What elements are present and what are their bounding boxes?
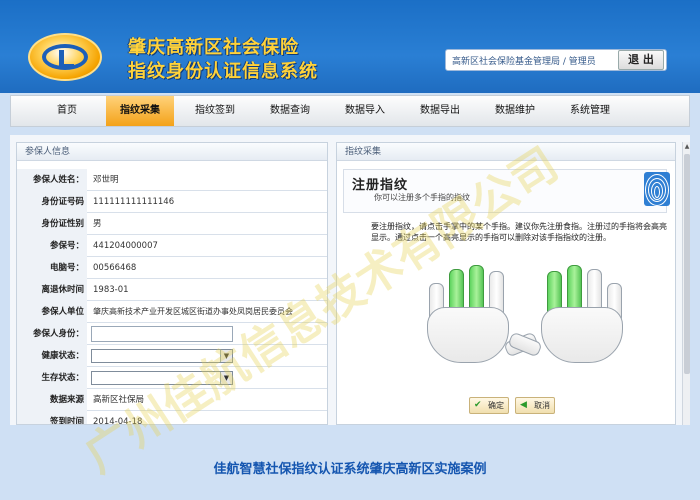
field-label: 参保号：: [17, 235, 87, 257]
health-status-select[interactable]: ▼: [91, 349, 233, 363]
field-row-signin-time: 签到时间 2014-04-18: [17, 411, 327, 425]
field-row-computer-number: 电脑号： 00566468: [17, 257, 327, 279]
user-info-text: 高新区社会保险基金管理局 / 管理员: [452, 57, 596, 67]
field-row-name: 参保人姓名： 邓世明: [17, 169, 327, 191]
social-insurance-logo-icon: [28, 33, 102, 81]
field-value: 111111111111146: [93, 197, 175, 207]
scroll-up-icon[interactable]: ▲: [683, 142, 691, 152]
nav-item-data-query[interactable]: 数据查询: [256, 96, 324, 126]
field-label: 电脑号：: [17, 257, 87, 279]
fingerprint-icon: [644, 172, 670, 206]
right-panel-scrollbar[interactable]: ▲: [682, 142, 690, 425]
field-label: 生存状态：: [17, 367, 87, 389]
chevron-down-icon: ▼: [220, 350, 232, 362]
field-label: 数据来源: [17, 389, 87, 411]
checkmark-icon: ✔: [474, 400, 482, 410]
field-label: 参保人单位: [17, 301, 87, 323]
field-row-health-status: 健康状态： ▼: [17, 345, 327, 367]
field-row-id-number: 身份证号码 111111111111146: [17, 191, 327, 213]
left-palm: [427, 307, 509, 363]
field-label: 身份证号码: [17, 191, 87, 213]
field-value: 00566468: [93, 263, 137, 273]
field-value: 男: [93, 219, 102, 229]
app-header: 肇庆高新区社会保险 指纹身份认证信息系统 高新区社会保险基金管理局 / 管理员 …: [0, 0, 700, 93]
nav-item-fingerprint-signin[interactable]: 指纹签到: [181, 96, 249, 126]
cancel-button[interactable]: ◀ 取消: [515, 397, 555, 414]
nav-item-system-management[interactable]: 系统管理: [556, 96, 624, 126]
field-row-gender: 身份证性别 男: [17, 213, 327, 235]
field-value: 高新区社保局: [93, 395, 145, 405]
identity-input[interactable]: [91, 326, 233, 342]
logout-button[interactable]: 退 出: [618, 50, 664, 70]
field-value: 2014-04-18: [93, 417, 143, 425]
nav-item-data-export[interactable]: 数据导出: [406, 96, 474, 126]
nav-item-home[interactable]: 首页: [33, 96, 101, 126]
field-row-data-source: 数据来源 高新区社保局: [17, 389, 327, 411]
panel-title: 参保人信息: [17, 143, 327, 161]
back-arrow-icon: ◀: [520, 400, 527, 410]
field-row-employer: 参保人单位 肇庆高新技术产业开发区城区街道办事处凤岗居民委员会: [17, 301, 327, 323]
confirm-label: 确定: [488, 401, 504, 410]
insured-person-panel: 参保人信息 参保人姓名： 邓世明 身份证号码 111111111111146 身…: [16, 142, 328, 425]
survival-status-select[interactable]: ▼: [91, 371, 233, 385]
logo-mark: [42, 44, 88, 70]
footer-caption: 佳航智慧社保指纹认证系统肇庆高新区实施案例: [213, 462, 487, 477]
field-value: 1983-01: [93, 285, 129, 295]
page-footer: 佳航智慧社保指纹认证系统肇庆高新区实施案例: [0, 425, 700, 500]
right-palm: [541, 307, 623, 363]
register-instructions: 要注册指纹，请点击手掌中的某个手指。建议你先注册食指。注册过的手指将会高亮显示。…: [371, 222, 667, 242]
field-label: 健康状态：: [17, 345, 87, 367]
nav-item-data-import[interactable]: 数据导入: [331, 96, 399, 126]
nav-item-data-maintenance[interactable]: 数据维护: [481, 96, 549, 126]
field-value: 441204000007: [93, 241, 158, 251]
register-fingerprint-header: 注册指纹 你可以注册多个手指的指纹: [343, 169, 670, 213]
confirm-button[interactable]: ✔ 确定: [469, 397, 509, 414]
field-row-identity: 参保人身份：: [17, 323, 327, 345]
register-title: 注册指纹: [352, 178, 409, 193]
right-hand: [507, 265, 625, 365]
field-label: 签到时间: [17, 411, 87, 424]
nav-item-fingerprint-collection[interactable]: 指纹采集: [106, 96, 174, 126]
panel-title: 指纹采集: [337, 143, 675, 161]
system-title-line1: 肇庆高新区社会保险: [128, 37, 299, 58]
field-label: 身份证性别: [17, 213, 87, 235]
scrollbar-thumb[interactable]: [684, 154, 690, 374]
field-label: 离退休时间: [17, 279, 87, 301]
register-subtitle: 你可以注册多个手指的指纹: [374, 193, 470, 202]
chevron-down-icon: ▼: [220, 372, 232, 384]
field-label: 参保人姓名：: [17, 169, 87, 191]
field-row-survival-status: 生存状态： ▼: [17, 367, 327, 389]
field-row-retirement-date: 离退休时间 1983-01: [17, 279, 327, 301]
system-title-line2: 指纹身份认证信息系统: [128, 61, 318, 82]
field-label: 参保人身份：: [17, 323, 87, 345]
field-row-insurance-number: 参保号： 441204000007: [17, 235, 327, 257]
main-content: 参保人信息 参保人姓名： 邓世明 身份证号码 111111111111146 身…: [10, 135, 690, 425]
main-nav: 首页 指纹采集 指纹签到 数据查询 数据导入 数据导出 数据维护 系统管理: [10, 95, 690, 127]
system-title: 肇庆高新区社会保险 指纹身份认证信息系统: [128, 36, 358, 84]
field-value: 肇庆高新技术产业开发区城区街道办事处凤岗居民委员会: [93, 307, 293, 316]
cancel-label: 取消: [534, 401, 550, 410]
fingerprint-collection-panel: 指纹采集 注册指纹 你可以注册多个手指的指纹 要注册指纹，请点击手掌中的某个手指…: [336, 142, 676, 425]
field-value: 邓世明: [93, 175, 119, 185]
